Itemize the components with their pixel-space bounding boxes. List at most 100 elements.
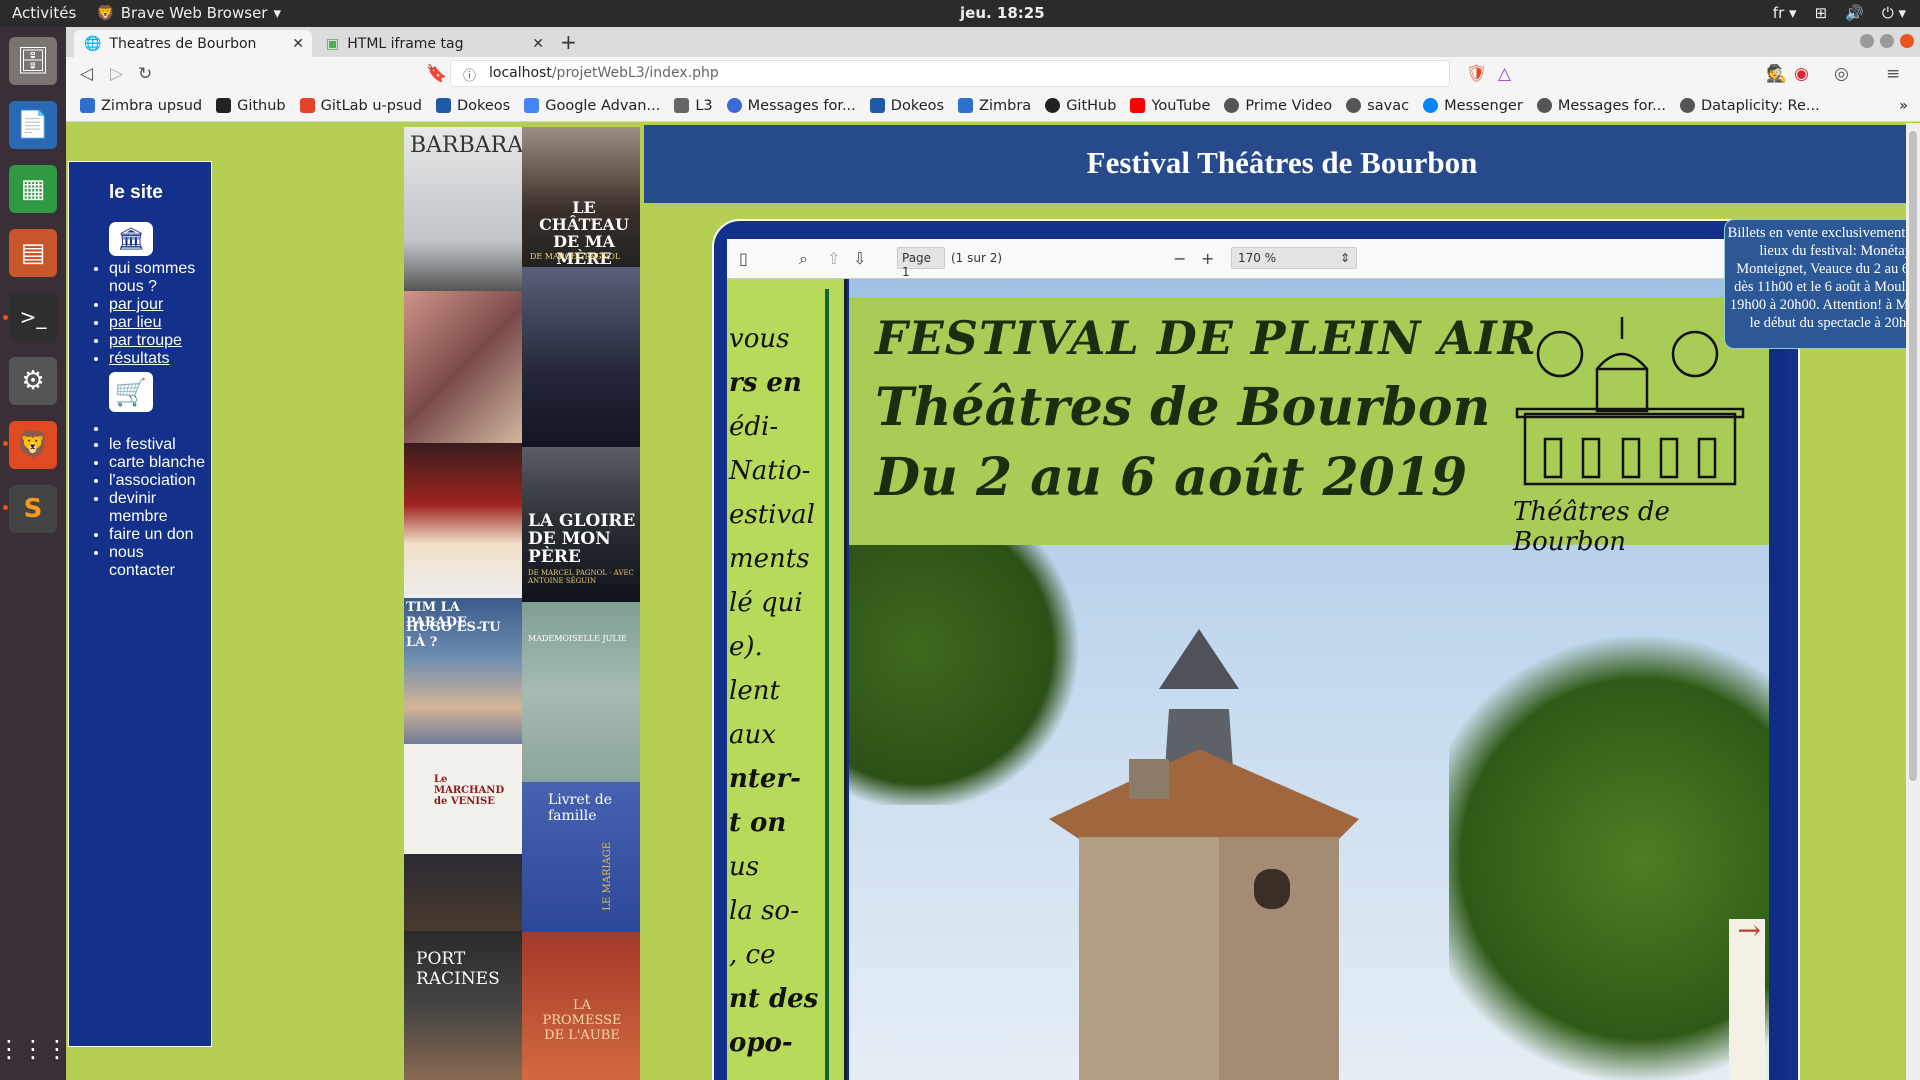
page-number-input[interactable]: Page 1	[897, 247, 945, 279]
bookmark-item[interactable]: Messages for...	[1536, 98, 1666, 114]
settings-icon[interactable]: ⚙	[9, 357, 57, 405]
bookmark-item[interactable]: GitHub	[1045, 98, 1116, 114]
poster-title: BARBARA	[410, 133, 522, 158]
poster-promesse[interactable]: LA PROMESSE DE L'AUBE	[522, 932, 640, 1080]
impress-icon[interactable]: ▤	[9, 229, 57, 277]
zoom-out-icon[interactable]: −	[1173, 249, 1186, 268]
link-par-lieu[interactable]: par lieu	[109, 314, 161, 331]
minimize-button[interactable]	[1860, 34, 1874, 48]
bookmark-item[interactable]: Dokeos	[435, 98, 510, 114]
sidebar-item[interactable]: par jour	[109, 296, 211, 314]
back-icon[interactable]: ◁	[80, 64, 93, 84]
bookmark-item[interactable]: Zimbra	[958, 98, 1031, 114]
poster-gloire[interactable]: LA GLOIRE DE MON PÈRE DE MARCEL PAGNOL ·…	[522, 447, 640, 602]
maximize-button[interactable]	[1880, 34, 1894, 48]
cart-icon[interactable]: 🛒	[109, 372, 153, 412]
sidebar-item[interactable]: par lieu	[109, 314, 211, 332]
close-icon[interactable]: ✕	[532, 36, 544, 52]
poster-subtitle: DE MARCEL PAGNOL	[530, 252, 621, 261]
url-field[interactable]: ⓘ localhost/projetWebL3/index.php	[450, 60, 1450, 87]
bookmark-item[interactable]: GitLab u-psud	[299, 98, 422, 114]
zoom-select[interactable]: 170 % ⇕	[1231, 247, 1357, 269]
poster-troupe[interactable]	[404, 854, 522, 931]
clock[interactable]: jeu. 18:25	[960, 4, 1045, 22]
link-par-jour[interactable]: par jour	[109, 296, 163, 313]
bookmark-item[interactable]: YouTube	[1130, 98, 1210, 114]
poster-port-racines[interactable]: PORT RACINES	[404, 931, 522, 1080]
sidebar-item[interactable]: par troupe	[109, 332, 211, 350]
app-menu[interactable]: 🦁 Brave Web Browser ▾	[96, 4, 281, 22]
language-indicator[interactable]: fr ▾	[1773, 4, 1797, 22]
sidebar-item[interactable]: résultats	[109, 350, 211, 368]
menu-item[interactable]: nous contacter	[109, 544, 209, 580]
forward-icon[interactable]: ▷	[110, 64, 123, 84]
link-about[interactable]: qui sommes nous ?	[109, 260, 195, 295]
menu-item[interactable]: faire un don	[109, 526, 209, 544]
brave-icon[interactable]: 🦁	[9, 421, 57, 469]
power-icon[interactable]: ⏻ ▾	[1882, 4, 1906, 22]
link-par-troupe[interactable]: par troupe	[109, 332, 182, 349]
more-bookmarks-icon[interactable]: »	[1899, 98, 1908, 114]
bookmark-item[interactable]: Messages for...	[726, 98, 856, 114]
sidebar-item[interactable]: qui sommes nous ?	[109, 260, 211, 296]
close-icon[interactable]: ✕	[292, 36, 304, 52]
bookmark-item[interactable]: Zimbra upsud	[80, 98, 202, 114]
brave-rewards-icon[interactable]: △	[1498, 64, 1511, 84]
tab-theatres[interactable]: 🌐 Theatres de Bourbon ✕	[74, 30, 312, 57]
page-scrollbar[interactable]	[1906, 123, 1920, 1080]
next-page-icon[interactable]: ⇩	[853, 249, 866, 268]
new-tab-button[interactable]: +	[560, 30, 577, 54]
menu-item[interactable]: devinir membre	[109, 490, 209, 526]
zoom-in-icon[interactable]: +	[1201, 249, 1214, 268]
poster-title: LE MARIAGE	[602, 842, 613, 911]
scrollbar-thumb[interactable]	[1909, 131, 1917, 781]
bookmark-icon	[958, 98, 974, 113]
volume-icon[interactable]: 🔊	[1845, 4, 1864, 22]
poster-mariage-blanc[interactable]	[522, 267, 640, 447]
tab-iframe[interactable]: ▣ HTML iframe tag ✕	[316, 30, 552, 57]
bookmark-item[interactable]: Github	[216, 98, 286, 114]
poster-tim[interactable]: TIM LA PARADE HUGO ES-TU LÀ ?	[404, 598, 522, 744]
search-icon[interactable]: ⌕	[799, 249, 808, 269]
menu-icon[interactable]: ≡	[1886, 64, 1900, 84]
link-resultats[interactable]: résultats	[109, 350, 169, 367]
poster-julie[interactable]: MADEMOISELLE JULIE	[522, 602, 640, 782]
poster-comediens[interactable]	[404, 291, 522, 443]
sidebar-toggle-icon[interactable]: ▯	[739, 249, 748, 268]
bookmark-item[interactable]: savac	[1346, 98, 1409, 114]
show-apps-icon[interactable]: ⋮⋮⋮	[0, 1025, 69, 1073]
menu-item[interactable]: le festival	[109, 436, 209, 454]
files-icon[interactable]: 🗄	[9, 37, 57, 85]
menu-item[interactable]: carte blanche	[109, 454, 209, 472]
extension-icon[interactable]: 🕵	[1766, 64, 1787, 84]
writer-icon[interactable]: 📄	[9, 101, 57, 149]
previous-page-icon[interactable]: ⇧	[827, 249, 840, 268]
bookmark-item[interactable]: Google Advan...	[524, 98, 660, 114]
calc-icon[interactable]: ▦	[9, 165, 57, 213]
poster-bornes[interactable]	[404, 443, 522, 598]
close-window-button[interactable]	[1900, 34, 1914, 48]
bookmark-item[interactable]: Messenger	[1423, 98, 1523, 114]
terminal-icon[interactable]: >_	[9, 293, 57, 341]
menu-item[interactable]: l'association	[109, 472, 209, 490]
reload-icon[interactable]: ↻	[138, 64, 152, 84]
brave-shields-icon[interactable]: 🛡	[1466, 64, 1488, 84]
activities-button[interactable]: Activités	[12, 4, 76, 22]
profile-icon[interactable]: ◎	[1834, 64, 1849, 84]
pdf-canvas[interactable]: vous rs en édi- Natio- estival ments lé …	[727, 279, 1787, 1080]
poster-marchand[interactable]: Le MARCHAND de VENISE	[404, 744, 522, 854]
text-line: vous	[729, 324, 790, 354]
bookmark-icon[interactable]: 🔖	[426, 64, 447, 84]
bookmark-item[interactable]: Prime Video	[1224, 98, 1332, 114]
network-icon[interactable]: ⊞	[1815, 4, 1828, 22]
bookmark-item[interactable]: Dokeos	[869, 98, 944, 114]
globe-icon	[1346, 98, 1362, 113]
extension-icon[interactable]: ◉	[1794, 64, 1809, 84]
bookmark-item[interactable]: Dataplicity: Re...	[1679, 98, 1820, 114]
poster-livret[interactable]: Livret de famille LE MARIAGE	[522, 782, 640, 932]
bookmark-folder[interactable]: L3	[674, 98, 713, 114]
theatre-logo-icon[interactable]: 🏛	[109, 222, 153, 256]
poster-barbara[interactable]: BARBARA	[404, 127, 522, 291]
sublime-icon[interactable]: S	[9, 485, 57, 533]
poster-chateau[interactable]: LE CHÂTEAU DE MA MÈRE DE MARCEL PAGNOL	[522, 127, 640, 267]
